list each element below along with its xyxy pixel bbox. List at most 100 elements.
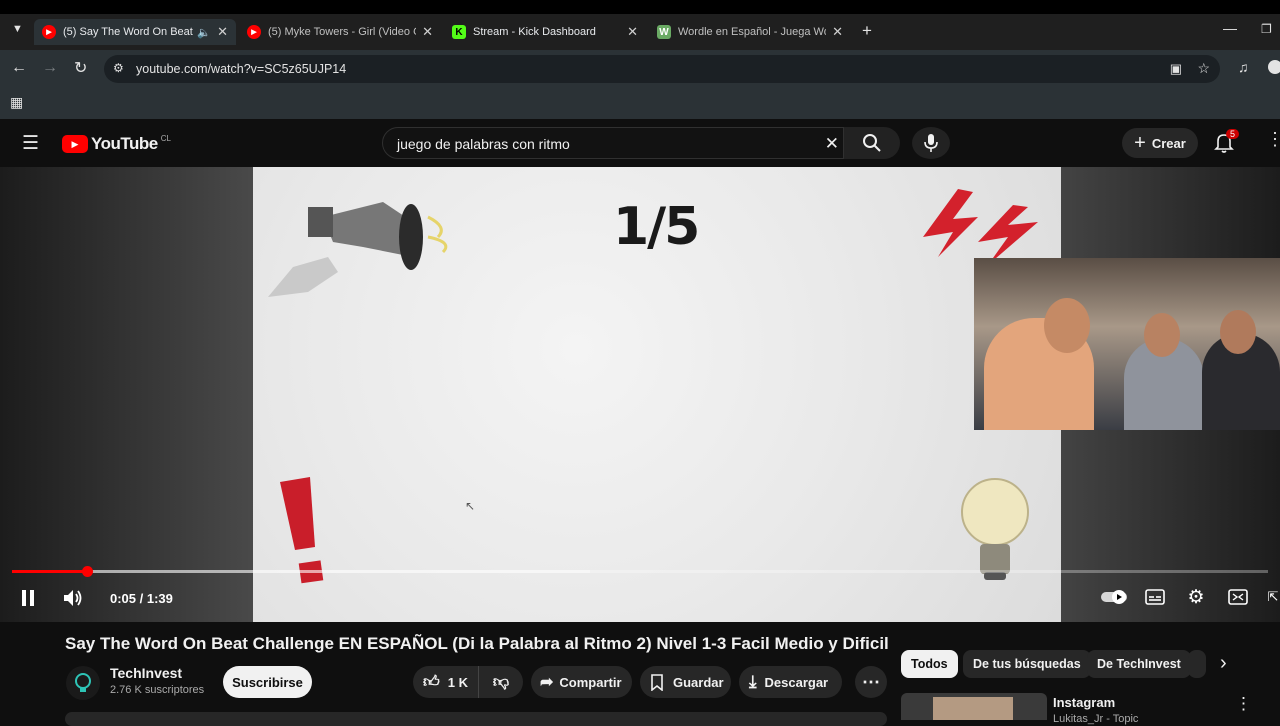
youtube-logo-text: YouTube — [91, 134, 158, 153]
chip-partial[interactable] — [1188, 650, 1206, 678]
clear-search-icon[interactable]: ✕ — [825, 134, 839, 154]
more-actions-button[interactable]: ⋯ — [855, 666, 887, 698]
megaphone-icon — [268, 202, 448, 297]
share-label: Compartir — [559, 674, 622, 690]
notifications-button[interactable]: 5 — [1214, 129, 1240, 159]
tab-title: (5) Say The Word On Beat C — [63, 26, 194, 38]
tab-title: (5) Myke Towers - Girl (Video O — [268, 26, 417, 38]
channel-avatar[interactable] — [66, 666, 100, 700]
theater-mode-icon — [1228, 589, 1248, 605]
chip-de-techinvest[interactable]: De TechInvest — [1087, 650, 1191, 678]
install-app-icon[interactable]: ▣ — [1170, 61, 1182, 77]
fullscreen-button[interactable]: ⇱ — [1266, 587, 1280, 607]
volume-button[interactable] — [60, 586, 86, 610]
bookmarks-bar: ▦ — [0, 88, 1280, 120]
restore-window-icon[interactable]: ❐ — [1261, 22, 1272, 36]
played-bar — [12, 570, 88, 573]
close-tab-icon[interactable]: ✕ — [627, 24, 638, 40]
video-player[interactable]: 1/5 ↖ 0:05 / 1:39 ⚙ ⇱ — [0, 167, 1280, 622]
voice-search-button[interactable] — [912, 127, 950, 159]
create-button[interactable]: + Crear — [1122, 128, 1198, 158]
pause-button[interactable] — [16, 586, 40, 610]
media-controls-icon[interactable]: ♫ — [1238, 59, 1249, 75]
wordle-icon: W — [657, 25, 671, 39]
site-info-icon[interactable]: ⚙ — [113, 61, 124, 75]
youtube-logo[interactable]: ▶ YouTube CL — [62, 134, 171, 154]
youtube-icon: ▶ — [42, 25, 56, 39]
search-button[interactable] — [844, 127, 900, 159]
download-button[interactable]: ⤓ Descargar — [739, 666, 842, 698]
mouse-cursor-icon: ↖ — [465, 499, 476, 513]
recommendation-thumbnail[interactable] — [901, 693, 1047, 720]
profile-avatar-icon[interactable] — [1268, 60, 1280, 74]
youtube-header: ☰ ▶ YouTube CL juego de palabras con rit… — [0, 119, 1280, 167]
close-tab-icon[interactable]: ✕ — [422, 24, 433, 40]
recommendation-more-icon[interactable]: ⋮ — [1235, 694, 1252, 714]
youtube-icon: ▶ — [247, 25, 261, 39]
window-top-strip — [0, 0, 1280, 14]
autoplay-toggle[interactable] — [1100, 589, 1128, 605]
like-dislike-group: 👍︎ 1 K 👎︎ — [413, 666, 523, 698]
video-frame: 1/5 — [253, 167, 1061, 622]
recommendation-title[interactable]: Instagram — [1053, 695, 1115, 710]
share-arrow-icon: ➦ — [540, 674, 554, 691]
description-box[interactable] — [65, 712, 887, 726]
progress-bar[interactable] — [12, 566, 1268, 577]
thumbs-down-icon: 👎︎ — [492, 673, 510, 691]
share-button[interactable]: ➦ Compartir — [531, 666, 632, 698]
webcam-overlay — [974, 258, 1280, 430]
minimize-icon[interactable]: — — [1223, 20, 1237, 36]
dislike-button[interactable]: 👎︎ — [479, 666, 523, 698]
fullscreen-icon: ⇱ — [1267, 589, 1279, 604]
like-button[interactable]: 👍︎ 1 K — [413, 666, 479, 698]
save-button[interactable]: Guardar — [640, 666, 731, 698]
exclamation-icon — [280, 477, 324, 584]
tab-wordle[interactable]: W Wordle en Español - Juega Wor ✕ — [649, 19, 851, 45]
thumbs-up-icon: 👍︎ — [423, 673, 440, 691]
create-label: Crear — [1151, 135, 1186, 151]
apps-grid-icon[interactable]: ▦ — [10, 94, 23, 111]
theater-mode-button[interactable] — [1227, 587, 1249, 607]
country-code: CL — [160, 133, 171, 143]
video-title: Say The Word On Beat Challenge EN ESPAÑO… — [65, 634, 889, 653]
gear-icon: ⚙ — [1187, 586, 1205, 608]
reload-icon[interactable]: ↻ — [74, 58, 87, 78]
microphone-icon — [924, 134, 938, 152]
bookmark-icon — [651, 673, 663, 691]
search-box[interactable]: juego de palabras con ritmo ✕ — [382, 127, 844, 159]
search-input[interactable]: juego de palabras con ritmo — [397, 136, 570, 152]
channel-name[interactable]: TechInvest — [110, 665, 182, 681]
bookmark-star-icon[interactable]: ☆ — [1197, 60, 1210, 77]
subscriber-count: 2.76 K suscriptores — [110, 684, 205, 696]
menu-icon[interactable]: ☰ — [22, 132, 39, 155]
slide-counter: 1/5 — [613, 197, 700, 257]
lightbulb-logo-icon — [75, 673, 91, 692]
chevron-right-icon[interactable]: › — [1220, 652, 1227, 675]
back-icon[interactable]: ← — [11, 59, 27, 77]
new-tab-icon[interactable]: + — [862, 21, 872, 41]
settings-button[interactable]: ⚙ — [1185, 586, 1207, 608]
save-label: Guardar — [673, 674, 724, 690]
tab-search-chevron-icon[interactable]: ▼ — [12, 23, 23, 35]
tab-kick-dashboard[interactable]: K Stream - Kick Dashboard ✕ — [444, 19, 646, 45]
close-tab-icon[interactable]: ✕ — [217, 24, 228, 40]
close-tab-icon[interactable]: ✕ — [832, 24, 843, 40]
more-horizontal-icon: ⋯ — [862, 671, 880, 692]
chip-todos[interactable]: Todos — [901, 650, 958, 678]
chip-de-tus-busquedas[interactable]: De tus búsquedas — [963, 650, 1091, 678]
forward-icon[interactable]: → — [42, 59, 58, 77]
plus-icon: + — [1134, 131, 1146, 154]
address-bar[interactable]: ⚙ youtube.com/watch?v=SC5z65UJP14 ▣ ☆ — [104, 55, 1220, 83]
tab-say-the-word[interactable]: ▶ (5) Say The Word On Beat C 🔈 ✕ — [34, 19, 236, 45]
subtitles-button[interactable] — [1144, 587, 1166, 607]
subtitles-icon — [1145, 589, 1165, 605]
scrubber-handle[interactable] — [82, 566, 94, 577]
download-icon: ⤓ — [749, 672, 757, 691]
youtube-play-logo-icon: ▶ — [62, 135, 88, 153]
url-text: youtube.com/watch?v=SC5z65UJP14 — [136, 62, 347, 76]
tab-myke-towers[interactable]: ▶ (5) Myke Towers - Girl (Video O ✕ — [239, 19, 441, 45]
subscribe-button[interactable]: Suscribirse — [223, 666, 312, 698]
pause-icon — [22, 590, 34, 606]
speaker-icon[interactable]: 🔈 — [197, 26, 211, 39]
more-icon[interactable]: ⋮ — [1266, 129, 1280, 150]
